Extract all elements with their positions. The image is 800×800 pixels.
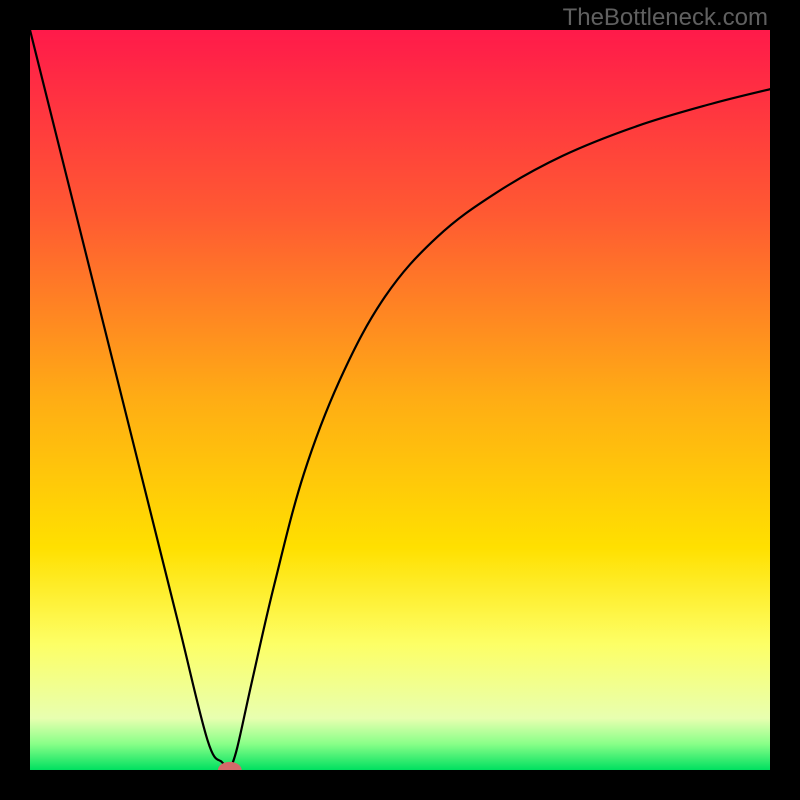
plot-area xyxy=(30,30,770,770)
watermark-text: TheBottleneck.com xyxy=(563,4,768,32)
gradient-background xyxy=(30,30,770,770)
chart-svg xyxy=(30,30,770,770)
chart-stage: TheBottleneck.com xyxy=(0,0,800,800)
